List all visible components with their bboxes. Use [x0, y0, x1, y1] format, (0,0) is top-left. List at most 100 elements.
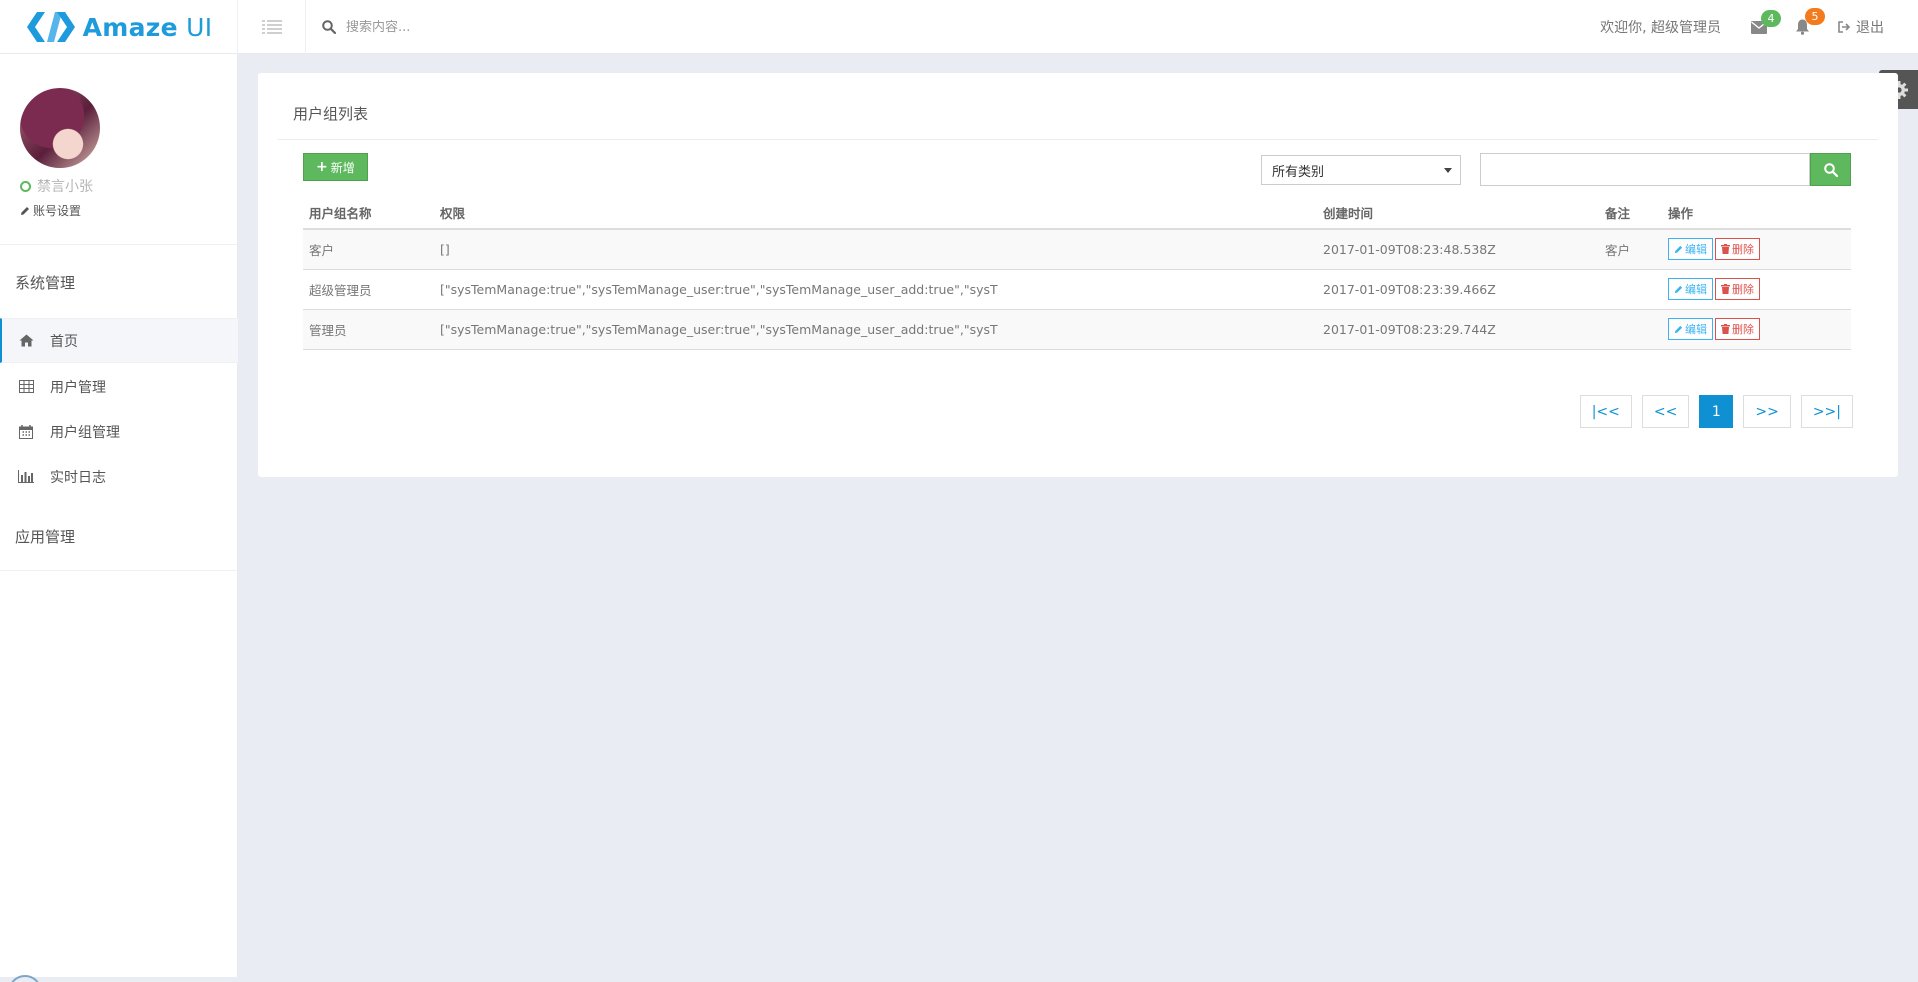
sidebar-item-label: 实时日志	[50, 469, 106, 486]
cell-permissions: []	[434, 229, 1317, 270]
top-header: Amaze UI 欢迎你, 超级管理员 4	[0, 0, 1918, 54]
user-status: 禁言小张	[20, 176, 93, 196]
cell-note: 客户	[1599, 229, 1662, 270]
online-status-icon	[20, 180, 31, 192]
cell-actions: 编辑 删除	[1662, 229, 1851, 270]
bar-chart-icon	[18, 469, 34, 485]
table-search-input[interactable]	[1480, 153, 1810, 186]
table-row: 超级管理员 ["sysTemManage:true","sysTemManage…	[303, 269, 1851, 310]
table-row: 管理员 ["sysTemManage:true","sysTemManage_u…	[303, 309, 1851, 350]
pencil-icon	[21, 206, 29, 215]
messages-button[interactable]: 4	[1751, 9, 1781, 34]
sidebar-toggle-button[interactable]	[238, 0, 306, 54]
page-last-button[interactable]: >>|	[1800, 395, 1853, 428]
column-header-permissions[interactable]: 权限	[434, 197, 1317, 230]
cell-permissions: ["sysTemManage:true","sysTemManage_user:…	[434, 269, 1317, 310]
account-settings-link[interactable]: 账号设置	[20, 202, 81, 219]
cell-group-name: 客户	[303, 229, 434, 270]
table-header-row: 用户组名称 权限 创建时间 备注 操作	[303, 197, 1851, 230]
sidebar-group-system[interactable]: 系统管理	[15, 272, 75, 293]
header-search	[322, 14, 666, 40]
sidebar-item-home[interactable]: 首页	[0, 318, 238, 363]
delete-label: 删除	[1732, 283, 1754, 296]
column-header-group-name[interactable]: 用户组名称	[303, 197, 434, 230]
trash-icon	[1721, 244, 1730, 255]
sidebar-item-label: 用户管理	[50, 379, 106, 396]
edit-button[interactable]: 编辑	[1668, 278, 1713, 300]
header-search-input[interactable]	[346, 19, 666, 35]
plus-icon: +	[316, 159, 328, 175]
cell-permissions: ["sysTemManage:true","sysTemManage_user:…	[434, 309, 1317, 350]
sidebar-item-label: 用户组管理	[50, 424, 120, 441]
add-group-button[interactable]: + 新增	[303, 153, 368, 181]
cell-created-time: 2017-01-09T08:23:48.538Z	[1317, 229, 1599, 270]
pencil-icon	[1674, 285, 1683, 293]
app-logo[interactable]: Amaze UI	[0, 0, 238, 54]
cell-note	[1599, 309, 1662, 350]
table-row: 客户 [] 2017-01-09T08:23:48.538Z 客户 编辑 删除	[303, 229, 1851, 270]
delete-button[interactable]: 删除	[1715, 238, 1760, 261]
header-right: 欢迎你, 超级管理员 4 5 退出	[1600, 0, 1884, 54]
logout-label: 退出	[1856, 20, 1884, 36]
notifications-button[interactable]: 5	[1795, 8, 1825, 35]
edit-button[interactable]: 编辑	[1668, 238, 1713, 261]
pencil-icon	[1674, 325, 1683, 333]
page-title: 用户组列表	[293, 105, 369, 123]
user-name: 禁言小张	[37, 179, 93, 195]
logo-text: Amaze UI	[82, 12, 213, 42]
page-current-button[interactable]: 1	[1699, 395, 1734, 428]
cell-created-time: 2017-01-09T08:23:39.466Z	[1317, 269, 1599, 310]
search-icon	[322, 20, 336, 34]
delete-label: 删除	[1732, 243, 1754, 257]
notifications-count-badge: 5	[1805, 8, 1825, 25]
sidebar-divider	[0, 244, 238, 245]
logout-button[interactable]: 退出	[1838, 17, 1884, 37]
user-group-table: 用户组名称 权限 创建时间 备注 操作 客户 [] 2017-01-09T08:…	[303, 197, 1851, 350]
list-icon	[261, 20, 282, 34]
search-icon	[1823, 162, 1838, 177]
column-header-actions: 操作	[1662, 197, 1851, 230]
delete-button[interactable]: 删除	[1715, 278, 1760, 300]
category-select[interactable]: 所有类别	[1261, 155, 1461, 185]
welcome-text: 欢迎你, 超级管理员	[1600, 20, 1721, 36]
sidebar-item-user-groups[interactable]: 用户组管理	[0, 409, 238, 454]
sidebar: 禁言小张 账号设置 系统管理 首页 用户管理 用户组管理 实时日志 应用管理	[0, 54, 238, 977]
title-divider	[278, 139, 1878, 140]
amaze-logo-icon	[26, 12, 75, 42]
messages-count-badge: 4	[1761, 9, 1781, 27]
page-prev-button[interactable]: <<	[1641, 395, 1690, 428]
column-header-note[interactable]: 备注	[1599, 197, 1662, 230]
home-icon	[18, 333, 34, 349]
add-button-label: 新增	[330, 160, 355, 175]
delete-label: 删除	[1732, 323, 1754, 336]
edit-button[interactable]: 编辑	[1668, 318, 1713, 340]
pencil-icon	[1674, 245, 1683, 253]
page-next-button[interactable]: >>	[1743, 395, 1791, 428]
sidebar-item-users[interactable]: 用户管理	[0, 364, 238, 409]
cell-group-name: 管理员	[303, 309, 434, 350]
edit-label: 编辑	[1685, 283, 1707, 296]
cell-actions: 编辑 删除	[1662, 309, 1851, 350]
sidebar-item-label: 首页	[50, 333, 78, 350]
cell-note	[1599, 269, 1662, 310]
column-header-created-time[interactable]: 创建时间	[1317, 197, 1599, 230]
avatar[interactable]	[20, 88, 100, 168]
table-search-button[interactable]	[1810, 153, 1851, 186]
trash-icon	[1721, 324, 1730, 334]
pagination: |<< << 1 >> >>|	[1570, 395, 1853, 428]
page-first-button[interactable]: |<<	[1579, 395, 1632, 428]
sign-out-icon	[1838, 21, 1851, 33]
sidebar-divider	[0, 570, 238, 571]
calendar-icon	[18, 424, 34, 440]
sidebar-item-realtime-log[interactable]: 实时日志	[0, 454, 238, 499]
caret-down-icon	[1444, 168, 1452, 173]
cell-actions: 编辑 删除	[1662, 269, 1851, 310]
table-icon	[18, 379, 34, 395]
main-panel: 用户组列表 + 新增 所有类别 用户组名称 权限 创建时间 备注 操作 客户 […	[258, 73, 1898, 477]
edit-label: 编辑	[1685, 243, 1707, 257]
account-settings-label: 账号设置	[33, 204, 82, 218]
sidebar-group-app[interactable]: 应用管理	[15, 526, 75, 547]
cell-created-time: 2017-01-09T08:23:29.744Z	[1317, 309, 1599, 350]
delete-button[interactable]: 删除	[1715, 318, 1760, 340]
trash-icon	[1721, 284, 1730, 294]
